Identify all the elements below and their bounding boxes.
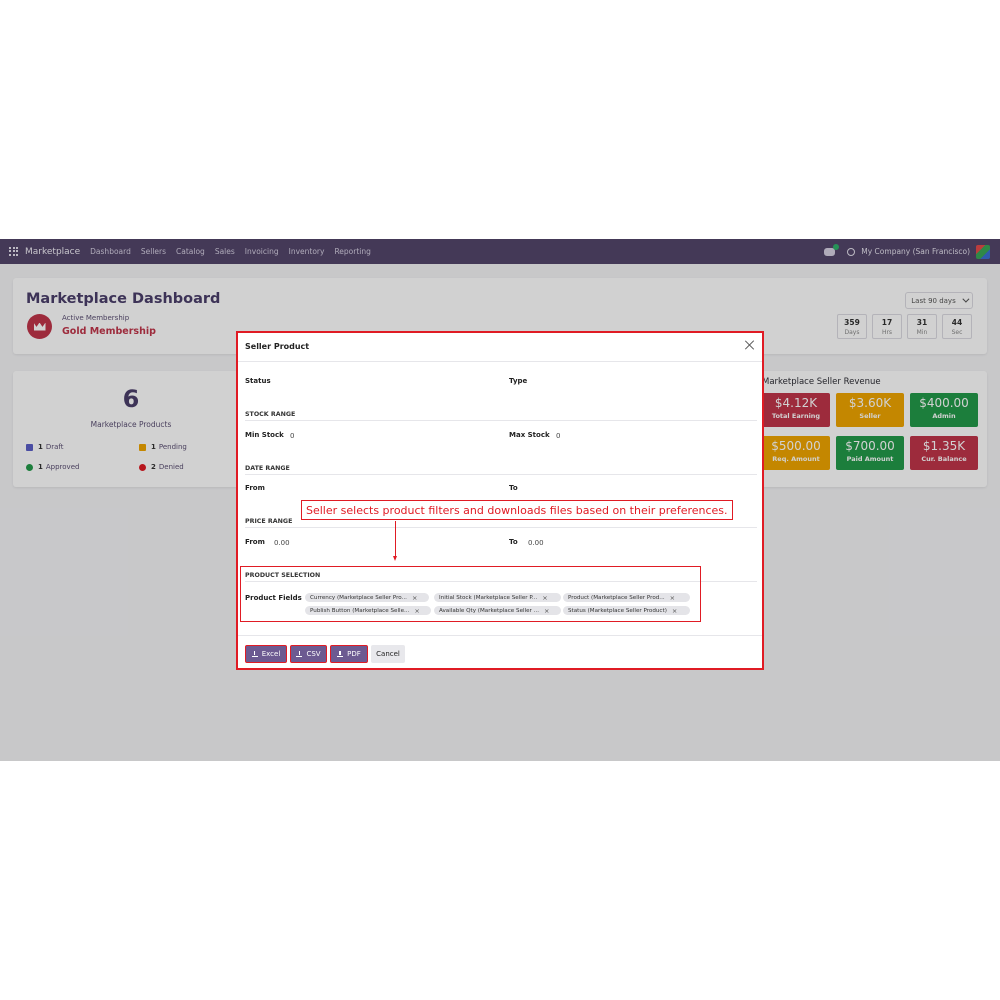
divider [245,474,757,475]
annotation-arrow-head [393,556,397,561]
max-stock-label: Max Stock [509,431,550,439]
footer-divider [238,635,762,636]
status-label: Status [245,377,271,385]
annotation-callout: Seller selects product filters and downl… [301,500,733,520]
field-tag-label: Available Qty (Marketplace Seller ... [439,607,539,614]
remove-tag-icon[interactable]: × [670,594,675,602]
price-from-label: From [245,538,265,546]
remove-tag-icon[interactable]: × [544,607,549,615]
date-from-label: From [245,484,265,492]
field-tag-label: Initial Stock (Marketplace Seller P... [439,594,538,601]
type-label: Type [509,377,528,385]
dialog-header: Seller Product [238,333,762,362]
price-to-label: To [509,538,518,546]
download-icon [337,651,344,657]
field-tag[interactable]: Currency (Marketplace Seller Pro... × [305,593,429,602]
remove-tag-icon[interactable]: × [414,607,419,615]
max-stock-field[interactable]: 0 [556,432,560,440]
field-tag-label: Currency (Marketplace Seller Pro... [310,594,407,601]
annotation-arrow [395,521,396,557]
field-tag-label: Publish Button (Marketplace Selle... [310,607,410,614]
close-icon[interactable] [744,339,756,351]
download-icon [296,651,303,657]
download-icon [251,651,258,657]
field-tag-label: Product (Marketplace Seller Prod... [568,594,665,601]
min-stock-label: Min Stock [245,431,284,439]
field-tag[interactable]: Initial Stock (Marketplace Seller P... × [434,593,561,602]
field-tag[interactable]: Available Qty (Marketplace Seller ... × [434,606,561,615]
pdf-button-label: PDF [347,650,361,658]
csv-button[interactable]: CSV [290,645,327,663]
date-range-heading: DATE RANGE [245,465,290,472]
dialog-title: Seller Product [245,342,310,351]
min-stock-field[interactable]: 0 [290,432,294,440]
excel-button-label: Excel [261,650,281,658]
remove-tag-icon[interactable]: × [672,607,677,615]
screenshot-area: Marketplace Dashboard Sellers Catalog Sa… [0,239,1000,761]
cancel-button[interactable]: Cancel [371,645,405,663]
field-tag-label: Status (Marketplace Seller Product) [568,607,667,614]
csv-button-label: CSV [306,650,321,658]
field-tag[interactable]: Product (Marketplace Seller Prod... × [563,593,690,602]
price-to-field[interactable]: 0.00 [528,539,544,547]
pdf-button[interactable]: PDF [330,645,368,663]
stock-range-heading: STOCK RANGE [245,411,296,418]
excel-button[interactable]: Excel [245,645,287,663]
divider [245,527,757,528]
field-tag[interactable]: Publish Button (Marketplace Selle... × [305,606,431,615]
price-range-heading: PRICE RANGE [245,518,293,525]
remove-tag-icon[interactable]: × [542,594,547,602]
field-tag[interactable]: Status (Marketplace Seller Product) × [563,606,690,615]
divider [245,420,757,421]
date-to-label: To [509,484,518,492]
product-fields-label: Product Fields [245,594,302,602]
remove-tag-icon[interactable]: × [412,594,417,602]
price-from-field[interactable]: 0.00 [274,539,290,547]
